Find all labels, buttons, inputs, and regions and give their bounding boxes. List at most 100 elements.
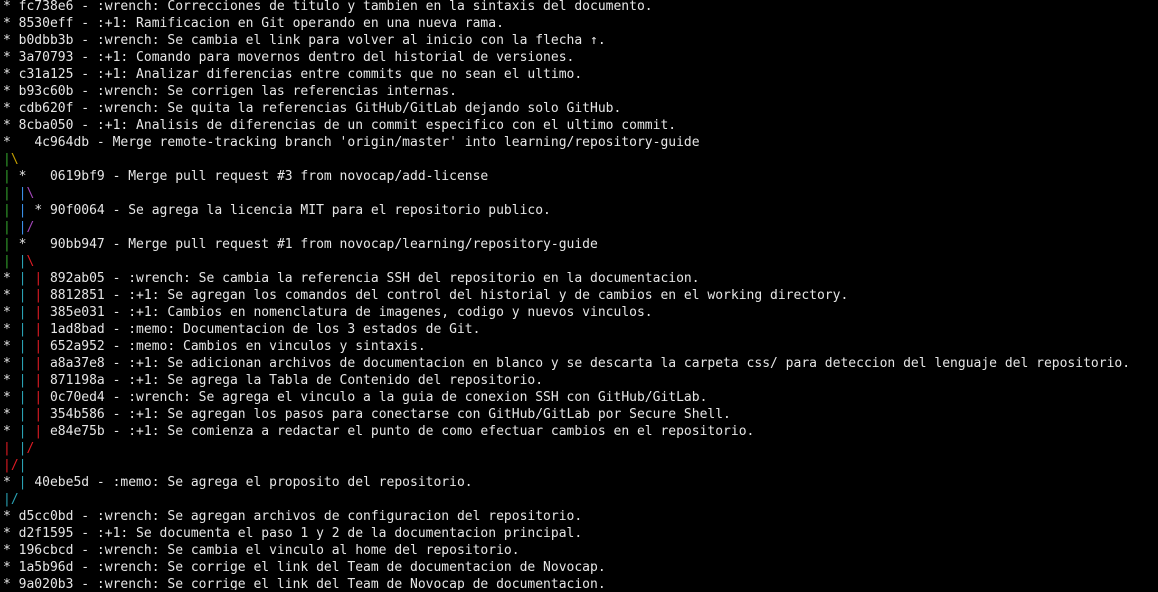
commit-message: 871198a - :+1: Se agrega la Tabla de Con… <box>49 373 544 388</box>
graph-segment: * <box>3 356 19 371</box>
graph-segment: | <box>18 407 35 422</box>
log-line: * b0dbb3b - :wrench: Se cambia el link p… <box>3 32 1158 49</box>
graph-glyphs: | * <box>3 237 50 252</box>
graph-segment: | <box>18 458 27 473</box>
graph-segment: * <box>18 237 50 252</box>
commit-message: a8a37e8 - :+1: Se adicionan archivos de … <box>49 356 1131 371</box>
commit-message: 90bb947 - Merge pull request #1 from nov… <box>49 237 598 252</box>
graph-segment: | <box>34 339 50 354</box>
graph-segment: | <box>3 492 11 507</box>
log-line: * b93c60b - :wrench: Se corrigen las ref… <box>3 83 1158 100</box>
graph-segment: * <box>3 577 19 590</box>
graph-segment: * <box>3 339 19 354</box>
graph-glyphs: * <box>3 577 19 590</box>
graph-glyphs: * | | <box>3 339 50 354</box>
log-line: * | | 871198a - :+1: Se agrega la Tabla … <box>3 372 1158 389</box>
graph-segment: | <box>3 186 19 201</box>
graph-segment: * <box>3 407 19 422</box>
log-line: * | | e84e75b - :+1: Se comienza a redac… <box>3 423 1158 440</box>
log-line: | * 90bb947 - Merge pull request #1 from… <box>3 236 1158 253</box>
graph-segment: | <box>3 441 19 456</box>
graph-segment: * <box>3 16 19 31</box>
log-line: * | 40ebe5d - :memo: Se agrega el propos… <box>3 474 1158 491</box>
commit-message: b0dbb3b - :wrench: Se cambia el link par… <box>18 33 606 48</box>
log-line: * | | 0c70ed4 - :wrench: Se agrega el vi… <box>3 389 1158 406</box>
graph-segment: | <box>18 288 35 303</box>
graph-glyphs: * <box>3 101 19 116</box>
graph-segment: / <box>26 220 35 235</box>
log-line: * | | 892ab05 - :wrench: Se cambia la re… <box>3 270 1158 287</box>
graph-segment: | <box>34 356 50 371</box>
graph-segment: / <box>10 492 19 507</box>
graph-segment: | <box>34 390 50 405</box>
commit-message: 8812851 - :+1: Se agregan los comandos d… <box>49 288 849 303</box>
graph-segment: * <box>3 50 19 65</box>
graph-segment: | <box>3 458 11 473</box>
graph-segment: / <box>26 441 35 456</box>
graph-connector-line: | |/ <box>3 440 1158 457</box>
graph-segment: * <box>3 475 19 490</box>
graph-segment: | <box>18 373 35 388</box>
graph-connector-line: | |/ <box>3 219 1158 236</box>
commit-message: cdb620f - :wrench: Se quita la referenci… <box>18 101 622 116</box>
graph-segment: \ <box>26 254 35 269</box>
graph-segment: | <box>34 424 50 439</box>
graph-segment: | <box>34 288 50 303</box>
commit-message: 3a70793 - :+1: Comando para movernos den… <box>18 50 575 65</box>
terminal-window[interactable]: * fc738e6 - :wrench: Correcciones de tit… <box>0 0 1158 590</box>
graph-connector-line: | |\ <box>3 185 1158 202</box>
graph-glyphs: |/| <box>3 458 26 473</box>
graph-segment: | <box>3 254 19 269</box>
graph-glyphs: * | <box>3 475 34 490</box>
graph-segment: * <box>3 424 19 439</box>
log-line: * d5cc0bd - :wrench: Se agregan archivos… <box>3 508 1158 525</box>
graph-segment: * <box>3 373 19 388</box>
graph-segment: | <box>18 475 35 490</box>
graph-glyphs: * <box>3 0 19 14</box>
graph-segment: / <box>10 458 19 473</box>
log-line: * 8cba050 - :+1: Analisis de diferencias… <box>3 117 1158 134</box>
commit-message: b93c60b - :wrench: Se corrigen las refer… <box>18 84 457 99</box>
graph-glyphs: | | * <box>3 203 50 218</box>
graph-glyphs: |\ <box>3 152 19 167</box>
graph-segment: * <box>3 543 19 558</box>
graph-segment: * <box>3 526 19 541</box>
log-line: * 9a020b3 - :wrench: Se corrige el link … <box>3 576 1158 590</box>
graph-glyphs: * <box>3 33 19 48</box>
commit-message: 40ebe5d - :memo: Se agrega el proposito … <box>34 475 473 490</box>
graph-glyphs: | |/ <box>3 220 34 235</box>
commit-message: 0c70ed4 - :wrench: Se agrega el vinculo … <box>49 390 708 405</box>
log-line: * 8530eff - :+1: Ramificacion en Git ope… <box>3 15 1158 32</box>
log-line: * | | 8812851 - :+1: Se agregan los coma… <box>3 287 1158 304</box>
graph-glyphs: * <box>3 509 19 524</box>
graph-segment: * <box>3 322 19 337</box>
log-line: * 4c964db - Merge remote-tracking branch… <box>3 134 1158 151</box>
graph-segment: * <box>3 288 19 303</box>
graph-segment: * <box>3 84 19 99</box>
graph-glyphs: * | | <box>3 288 50 303</box>
commit-message: 0619bf9 - Merge pull request #3 from nov… <box>49 169 489 184</box>
graph-connector-line: |/ <box>3 491 1158 508</box>
graph-glyphs: | |\ <box>3 186 34 201</box>
graph-segment: * <box>3 560 19 575</box>
graph-glyphs: * | | <box>3 271 50 286</box>
graph-glyphs: * <box>3 543 19 558</box>
log-line: * | | 385e031 - :+1: Cambios en nomencla… <box>3 304 1158 321</box>
graph-segment: \ <box>10 152 19 167</box>
commit-message: 1a5b96d - :wrench: Se corrige el link de… <box>18 560 606 575</box>
graph-segment: | <box>34 373 50 388</box>
graph-glyphs: * <box>3 16 19 31</box>
log-line: * 3a70793 - :+1: Comando para movernos d… <box>3 49 1158 66</box>
graph-segment: * <box>3 33 19 48</box>
commit-message: d5cc0bd - :wrench: Se agregan archivos d… <box>18 509 583 524</box>
graph-glyphs: * | | <box>3 305 50 320</box>
graph-segment: | <box>3 237 19 252</box>
log-line: * cdb620f - :wrench: Se quita la referen… <box>3 100 1158 117</box>
log-line: * c31a125 - :+1: Analizar diferencias en… <box>3 66 1158 83</box>
graph-glyphs: * <box>3 67 19 82</box>
commit-message: d2f1595 - :+1: Se documenta el paso 1 y … <box>18 526 583 541</box>
graph-segment: | <box>34 271 50 286</box>
graph-glyphs: * | | <box>3 322 50 337</box>
graph-segment: | <box>18 339 35 354</box>
graph-glyphs: | |\ <box>3 254 34 269</box>
